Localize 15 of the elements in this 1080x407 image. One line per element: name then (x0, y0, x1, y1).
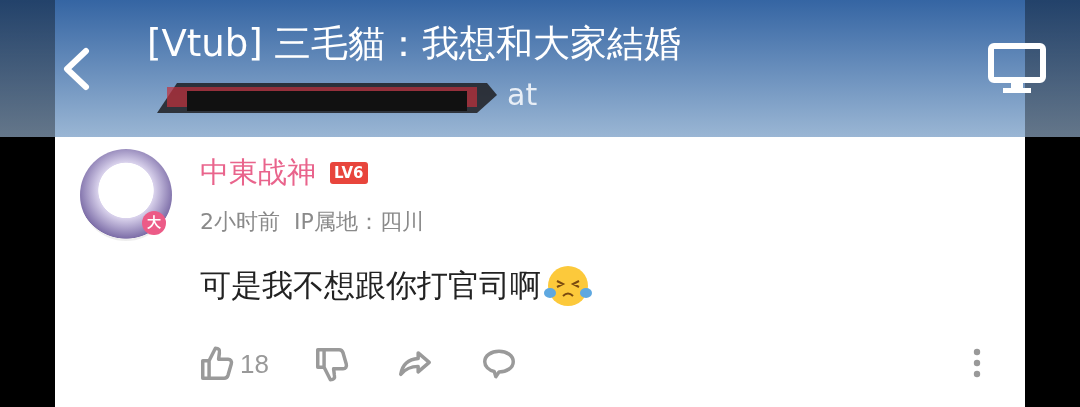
thumbs-up-icon (198, 345, 236, 383)
avatar-badge: 大 (142, 211, 166, 235)
monitor-icon (987, 41, 1047, 96)
author-name[interactable]: 中東战神 (200, 153, 316, 193)
comment-meta: 2小时前 IP属地：四川 (200, 208, 424, 236)
more-icon (973, 347, 981, 378)
board-subtitle: at (507, 77, 538, 112)
comment-text: 可是我不想跟你打官司啊 (200, 266, 541, 305)
monitor-button[interactable] (987, 41, 1047, 96)
like-button[interactable]: 18 (198, 345, 269, 383)
like-count: 18 (240, 348, 269, 380)
back-icon (61, 46, 91, 91)
crying-laughing-emoji-icon (543, 263, 593, 309)
thread-title: [Vtub] 三毛貓：我想和大家結婚 (147, 20, 683, 67)
level-badge: LV6 (330, 162, 368, 184)
